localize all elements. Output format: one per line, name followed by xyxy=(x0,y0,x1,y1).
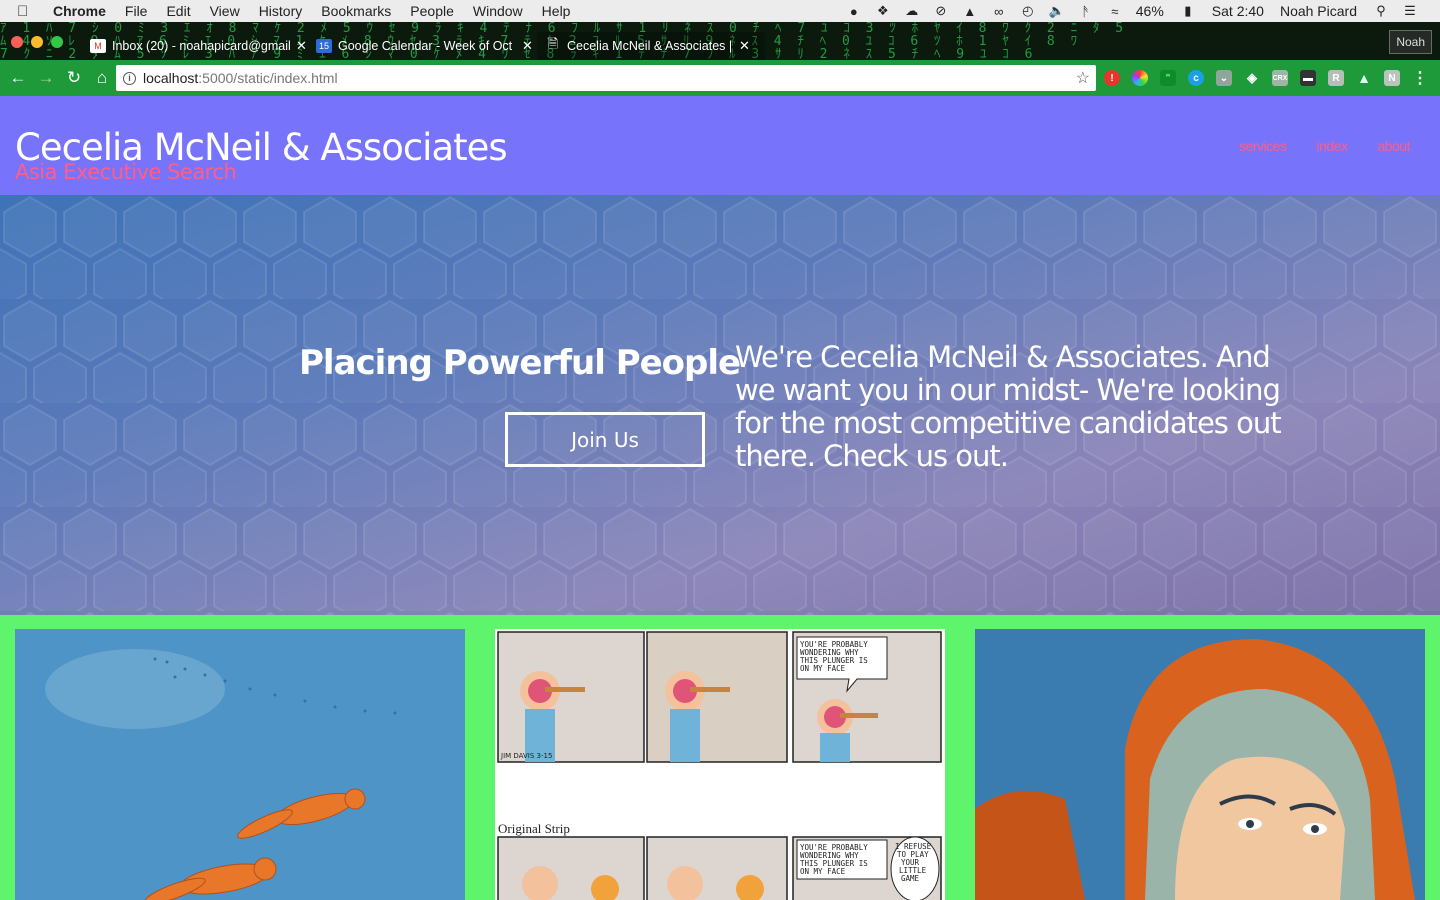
window-minimize-button[interactable] xyxy=(31,36,43,48)
volume-icon[interactable]: 🔈 xyxy=(1049,3,1065,19)
menu-people[interactable]: People xyxy=(410,3,454,19)
forward-arrow-icon[interactable]: → xyxy=(36,68,56,88)
address-bar[interactable]: i localhost:5000/static/index.html ☆ xyxy=(116,65,1096,91)
site-nav: services index about xyxy=(1209,138,1410,154)
profile-button[interactable]: Noah xyxy=(1389,30,1432,54)
web-page: Cecelia McNeil & Associates Asia Executi… xyxy=(0,96,1440,900)
hero-title: Placing Powerful People xyxy=(299,343,741,383)
tab-calendar[interactable]: 15 Google Calendar - Week of Oct ✕ xyxy=(308,32,533,60)
extensions-bar: ! " c ⌄ ◈ CRX ▬ R ▲ N xyxy=(1104,68,1412,88)
nav-link-about[interactable]: about xyxy=(1377,138,1410,154)
site-header: Cecelia McNeil & Associates Asia Executi… xyxy=(0,96,1440,195)
calendar-icon: 15 xyxy=(316,39,332,53)
macos-menubar:  Chrome File Edit View History Bookmark… xyxy=(0,0,1440,22)
circle-extension-icon[interactable]: c xyxy=(1188,70,1204,86)
hero-section: Placing Powerful People Join Us We're Ce… xyxy=(0,195,1440,615)
menu-view[interactable]: View xyxy=(210,3,240,19)
menu-edit[interactable]: Edit xyxy=(166,3,190,19)
image-gallery: YOU'RE PROBABLY WONDERING WHY THIS PLUNG… xyxy=(0,615,1440,900)
battery-icon[interactable]: ▮ xyxy=(1180,3,1196,19)
divers-illustration xyxy=(15,629,465,900)
close-icon[interactable]: ✕ xyxy=(296,38,307,54)
tab-gmail[interactable]: M Inbox (20) - noahapicard@gmail.com ✕ xyxy=(82,32,307,60)
dropbox-icon[interactable]: ❖ xyxy=(875,3,891,19)
tab-title: Cecelia McNeil & Associates | Asia xyxy=(567,39,733,53)
quote-icon[interactable]: " xyxy=(1160,70,1176,86)
tab-cecelia-mcneil[interactable]: 🗎 Cecelia McNeil & Associates | Asia ✕ xyxy=(537,32,765,60)
astronaut-illustration xyxy=(975,629,1425,900)
window-close-button[interactable] xyxy=(11,36,23,48)
creative-cloud-icon[interactable]: ∞ xyxy=(991,3,1007,19)
chrome-menu-icon[interactable]: ⋮ xyxy=(1412,68,1428,88)
apple-icon[interactable]:  xyxy=(17,3,39,20)
circle-slash-icon[interactable]: ⊘ xyxy=(933,3,949,19)
spotlight-search-icon[interactable]: ⚲ xyxy=(1373,3,1389,19)
tab-title: Google Calendar - Week of Oct xyxy=(338,39,513,53)
drive-icon[interactable]: ▲ xyxy=(962,3,978,19)
nav-link-services[interactable]: services xyxy=(1239,138,1287,154)
hero-description: We're Cecelia McNeil & Associates. And w… xyxy=(735,340,1282,473)
menu-bookmarks[interactable]: Bookmarks xyxy=(321,3,391,19)
comic-strip: YOU'RE PROBABLY WONDERING WHY THIS PLUNG… xyxy=(495,629,945,900)
wifi-icon[interactable]: ≈ xyxy=(1107,3,1123,19)
nav-link-index[interactable]: index xyxy=(1316,138,1347,154)
browser-toolbar: ← → ↻ ⌂ i localhost:5000/static/index.ht… xyxy=(0,60,1440,96)
r-extension-icon[interactable]: R xyxy=(1328,70,1344,86)
back-arrow-icon[interactable]: ← xyxy=(8,68,28,88)
user-name[interactable]: Noah Picard xyxy=(1280,3,1357,19)
pocket-icon[interactable]: ⌄ xyxy=(1216,70,1232,86)
strip-caption: Original Strip xyxy=(498,821,570,836)
n-extension-icon[interactable]: N xyxy=(1384,70,1400,86)
drive-extension-icon[interactable]: ▲ xyxy=(1356,70,1372,86)
gallery-image-divers[interactable] xyxy=(15,629,465,900)
bluetooth-icon[interactable]: ᚫ xyxy=(1078,3,1094,19)
clock[interactable]: Sat 2:40 xyxy=(1212,3,1264,19)
document-icon: 🗎 xyxy=(547,36,559,51)
join-us-button[interactable]: Join Us xyxy=(505,412,705,467)
menu-file[interactable]: File xyxy=(125,3,148,19)
menu-window[interactable]: Window xyxy=(473,3,523,19)
chat-bubble-icon[interactable]: ● xyxy=(846,3,862,19)
gallery-image-astronaut[interactable] xyxy=(975,629,1425,900)
time-machine-icon[interactable]: ◴ xyxy=(1020,3,1036,19)
bookmark-star-icon[interactable]: ☆ xyxy=(1076,68,1090,88)
diamond-icon[interactable]: ◈ xyxy=(1244,70,1260,86)
window-zoom-button[interactable] xyxy=(51,36,63,48)
close-icon[interactable]: ✕ xyxy=(739,38,750,54)
url-path: :5000/static/index.html xyxy=(198,70,338,86)
battery-percent[interactable]: 46% xyxy=(1136,3,1164,19)
home-icon[interactable]: ⌂ xyxy=(92,68,112,88)
tab-strip: ｱ 1 ﾊ 7 ｼ 0 ﾐ 3 ｴ ｵ 8 ﾏ ｹ 2 ﾒ 5 ｳ ｾ 9 ﾗ … xyxy=(0,22,1440,60)
ublock-icon[interactable]: ! xyxy=(1104,70,1120,86)
cloud-app-icon[interactable]: ☁ xyxy=(904,3,920,19)
menu-help[interactable]: Help xyxy=(542,3,571,19)
menu-history[interactable]: History xyxy=(259,3,303,19)
info-icon[interactable]: i xyxy=(123,71,136,85)
site-subtitle: Asia Executive Search xyxy=(15,160,237,184)
reload-icon[interactable]: ↻ xyxy=(64,68,84,88)
notification-center-icon[interactable]: ☰ xyxy=(1402,3,1418,19)
comic-signature: JIM DAVIS 3-15 xyxy=(500,752,552,760)
gallery-image-comic[interactable]: YOU'RE PROBABLY WONDERING WHY THIS PLUNG… xyxy=(495,629,945,900)
color-picker-icon[interactable] xyxy=(1132,70,1148,86)
close-icon[interactable]: ✕ xyxy=(522,38,533,54)
gmail-icon: M xyxy=(90,39,106,53)
terminal-icon[interactable]: ▬ xyxy=(1300,70,1316,86)
tab-title: Inbox (20) - noahapicard@gmail.com xyxy=(112,39,290,53)
menu-app-chrome[interactable]: Chrome xyxy=(53,3,106,19)
crx-icon[interactable]: CRX xyxy=(1272,70,1288,86)
url-host: localhost xyxy=(143,70,199,86)
